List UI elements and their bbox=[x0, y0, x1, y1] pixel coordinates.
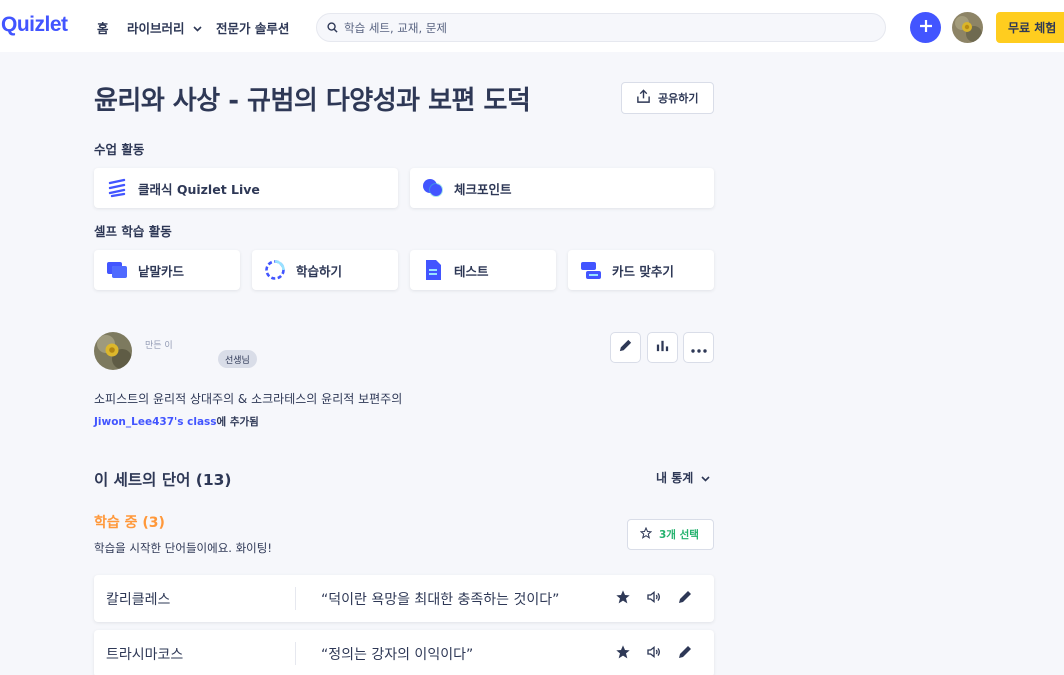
select-terms-button[interactable]: 3개 선택 bbox=[627, 519, 714, 550]
activity-match[interactable]: 카드 맞추기 bbox=[568, 250, 714, 290]
top-navigation-bar: Quizlet 홈 라이브러리 전문가 솔루션 무료 체험 bbox=[0, 0, 1064, 52]
author-avatar[interactable] bbox=[94, 332, 132, 370]
activity-match-label: 카드 맞추기 bbox=[612, 263, 674, 279]
star-icon[interactable] bbox=[614, 588, 632, 606]
pencil-icon bbox=[618, 338, 633, 357]
term-divider bbox=[295, 642, 296, 665]
added-to-class: Jiwon_Lee437's class에 추가됨 bbox=[94, 414, 259, 429]
edit-button[interactable] bbox=[610, 332, 641, 363]
search-input[interactable] bbox=[344, 20, 864, 35]
activity-learn[interactable]: 학습하기 bbox=[252, 250, 398, 290]
term-actions bbox=[614, 588, 694, 606]
activity-learn-label: 학습하기 bbox=[296, 263, 343, 279]
more-options-button[interactable] bbox=[683, 332, 714, 363]
activity-test[interactable]: 테스트 bbox=[410, 250, 556, 290]
activity-test-label: 테스트 bbox=[454, 263, 489, 279]
teacher-badge: 선생님 bbox=[218, 350, 257, 368]
class-activities-label: 수업 활동 bbox=[94, 142, 145, 157]
my-stats-label: 내 통계 bbox=[656, 471, 694, 485]
term-word: 트라시마코스 bbox=[106, 647, 184, 663]
learn-icon bbox=[264, 259, 286, 281]
star-icon[interactable] bbox=[614, 643, 632, 661]
search-icon bbox=[327, 18, 338, 37]
nav-library[interactable]: 라이브러리 bbox=[127, 18, 202, 37]
page-title: 윤리와 사상 - 규범의 다양성과 보편 도덕 bbox=[94, 86, 531, 116]
nav-expert-solutions[interactable]: 전문가 솔루션 bbox=[216, 18, 289, 37]
set-description: 소피스트의 윤리적 상대주의 & 소크라테스의 윤리적 보편주의 bbox=[94, 392, 403, 406]
user-avatar[interactable] bbox=[952, 12, 983, 43]
flashcards-icon bbox=[106, 259, 128, 281]
select-terms-label: 3개 선택 bbox=[659, 529, 699, 541]
search-bar[interactable] bbox=[316, 13, 886, 42]
activity-flashcards-label: 낱말카드 bbox=[138, 263, 185, 279]
pencil-icon[interactable] bbox=[676, 588, 694, 606]
stats-button[interactable] bbox=[647, 332, 678, 363]
nav-home[interactable]: 홈 bbox=[97, 18, 109, 37]
term-actions bbox=[614, 643, 694, 661]
create-button[interactable] bbox=[910, 12, 941, 43]
more-horizontal-icon bbox=[690, 338, 707, 357]
free-trial-button[interactable]: 무료 체험 bbox=[996, 12, 1064, 43]
chevron-down-icon bbox=[701, 471, 710, 485]
term-definition: “정의는 강자의 이익이다” bbox=[321, 647, 474, 663]
term-row: 칼리클레스 “덕이란 욕망을 최대한 충족하는 것이다” bbox=[94, 575, 714, 622]
activity-checkpoint-label: 체크포인트 bbox=[454, 181, 512, 197]
class-link[interactable]: Jiwon_Lee437's class bbox=[94, 416, 217, 428]
self-activities-label: 셀프 학습 활동 bbox=[94, 224, 172, 239]
checkpoint-icon bbox=[422, 177, 444, 199]
activity-quizlet-live[interactable]: 클래식 Quizlet Live bbox=[94, 168, 398, 208]
audio-icon[interactable] bbox=[645, 588, 663, 606]
test-icon bbox=[422, 259, 444, 281]
bar-chart-icon bbox=[655, 338, 670, 357]
chevron-down-icon bbox=[192, 20, 202, 35]
made-by-label: 만든 이 bbox=[145, 341, 173, 351]
share-label: 공유하기 bbox=[658, 92, 699, 105]
nav-library-label: 라이브러리 bbox=[127, 21, 185, 36]
match-icon bbox=[580, 259, 602, 281]
learning-subtitle: 학습을 시작한 단어들이에요. 화이팅! bbox=[94, 541, 272, 555]
term-word: 칼리클레스 bbox=[106, 592, 171, 608]
terms-section-title: 이 세트의 단어 (13) bbox=[94, 471, 232, 489]
term-divider bbox=[295, 587, 296, 610]
activity-flashcards[interactable]: 낱말카드 bbox=[94, 250, 240, 290]
quizlet-logo[interactable]: Quizlet bbox=[1, 13, 68, 37]
share-button[interactable]: 공유하기 bbox=[621, 82, 714, 114]
my-stats-dropdown[interactable]: 내 통계 bbox=[656, 469, 710, 486]
activity-quizlet-live-label: 클래식 Quizlet Live bbox=[138, 181, 260, 197]
audio-icon[interactable] bbox=[645, 643, 663, 661]
live-icon bbox=[106, 177, 128, 199]
added-suffix: 에 추가됨 bbox=[216, 416, 259, 428]
pencil-icon[interactable] bbox=[676, 643, 694, 661]
term-definition: “덕이란 욕망을 최대한 충족하는 것이다” bbox=[321, 592, 560, 608]
star-outline-icon bbox=[639, 526, 659, 542]
share-icon bbox=[636, 89, 658, 107]
term-row: 트라시마코스 “정의는 강자의 이익이다” bbox=[94, 630, 714, 675]
plus-icon bbox=[919, 18, 933, 37]
activity-checkpoint[interactable]: 체크포인트 bbox=[410, 168, 714, 208]
learning-heading: 학습 중 (3) bbox=[94, 515, 165, 531]
